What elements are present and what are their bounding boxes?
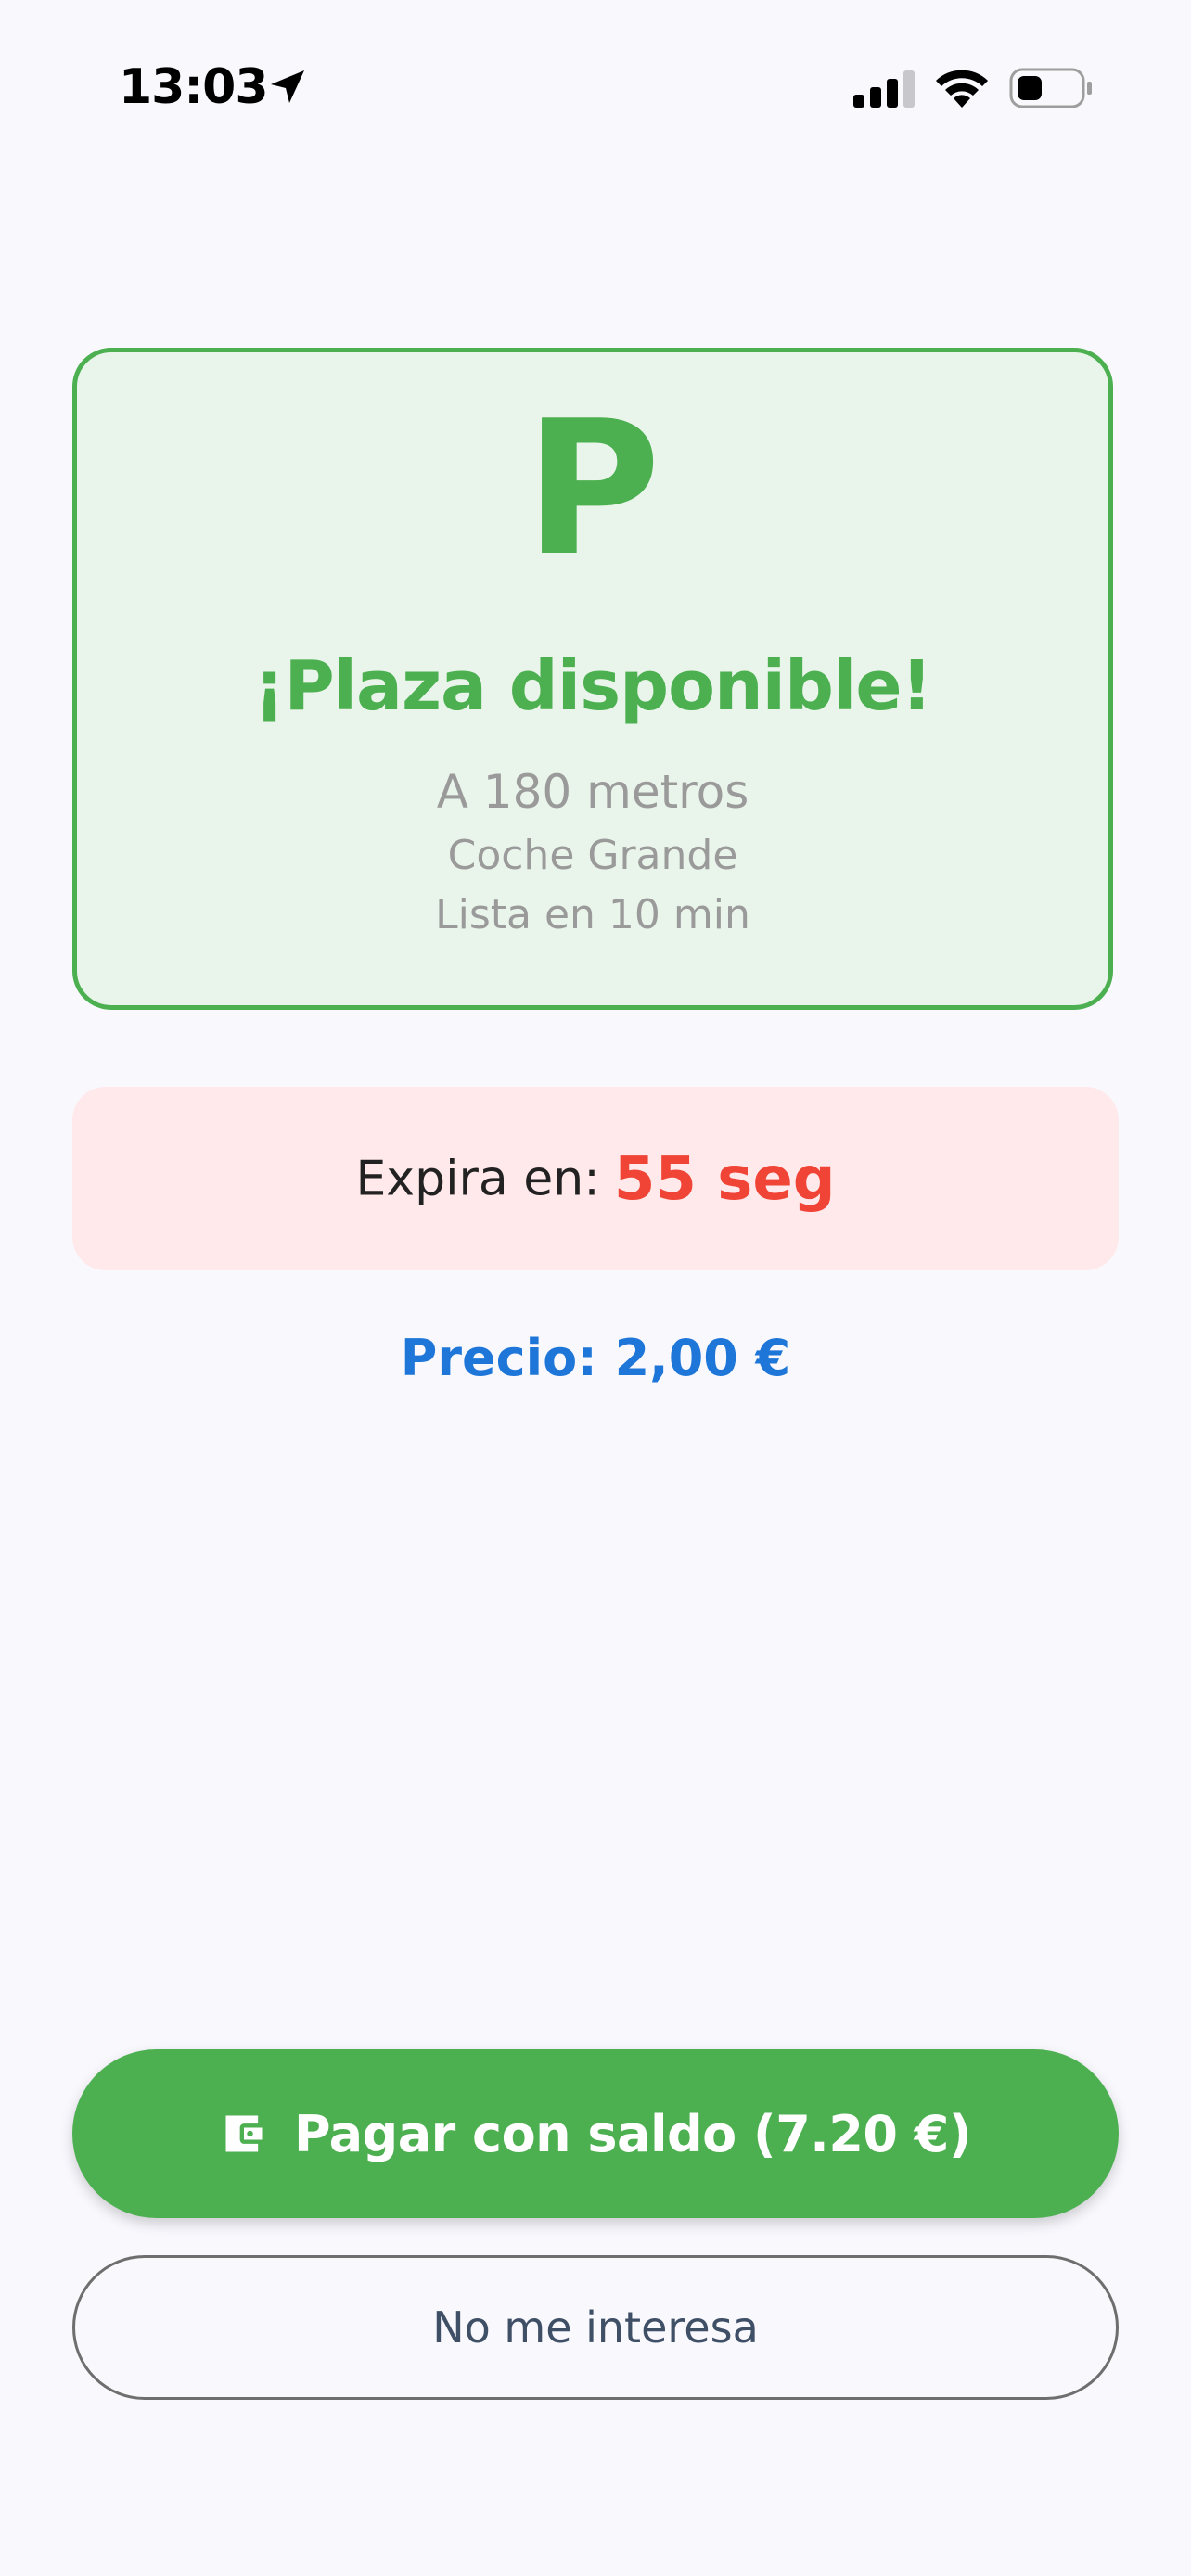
spot-distance: A 180 metros xyxy=(436,765,749,819)
spot-title: ¡Plaza disponible! xyxy=(253,646,933,726)
pay-button-label: Pagar con saldo (7.20 €) xyxy=(293,2104,972,2163)
status-time: 13:03 xyxy=(119,59,269,115)
price-label: Precio: 2,00 € xyxy=(400,1329,791,1387)
status-bar: 13:03 xyxy=(0,0,1191,139)
not-interested-button[interactable]: No me interesa xyxy=(72,2255,1119,2400)
wallet-icon xyxy=(225,2115,263,2152)
location-arrow-icon xyxy=(271,70,304,103)
spot-vehicle-size: Coche Grande xyxy=(447,832,738,879)
parking-icon: P xyxy=(524,381,661,597)
spot-ready-time: Lista en 10 min xyxy=(435,891,750,938)
not-interested-label: No me interesa xyxy=(432,2302,759,2353)
spot-available-card: P ¡Plaza disponible! A 180 metros Coche … xyxy=(72,348,1113,1010)
battery-icon xyxy=(1009,68,1092,108)
expiry-label: Expira en: xyxy=(355,1151,600,1207)
expiry-value: 55 seg xyxy=(613,1144,836,1214)
wifi-icon xyxy=(936,70,988,108)
expiry-countdown: Expira en: 55 seg xyxy=(72,1087,1119,1270)
pay-with-balance-button[interactable]: Pagar con saldo (7.20 €) xyxy=(72,2049,1119,2218)
cellular-signal-icon xyxy=(853,70,915,108)
